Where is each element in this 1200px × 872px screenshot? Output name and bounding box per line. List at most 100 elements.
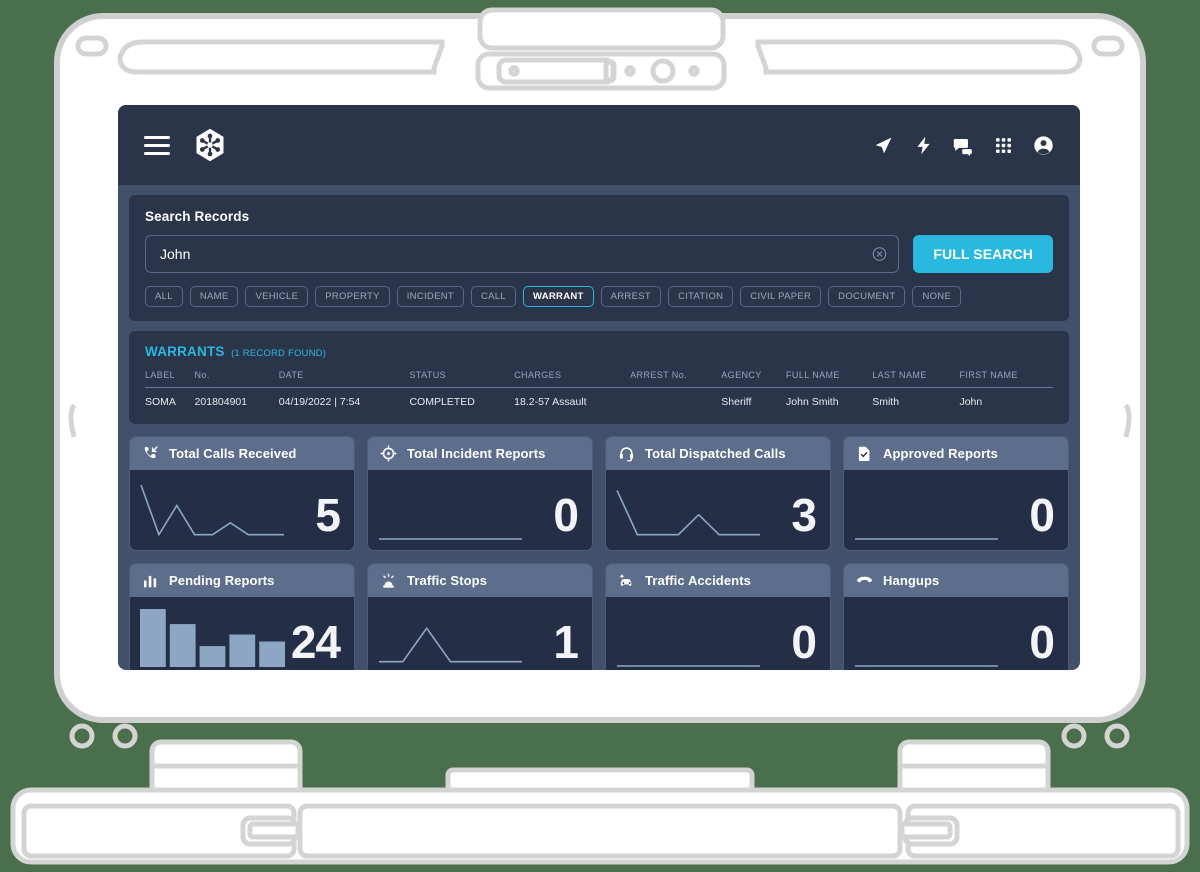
table-column-header: CHARGES	[514, 370, 631, 389]
stat-card-approved-reports[interactable]: Approved Reports 0	[843, 436, 1069, 552]
search-filter-chips: ALL NAME VEHICLE PROPERTY INCIDENT CALL WARRAN…	[145, 286, 1053, 308]
stat-card-value: 24	[290, 616, 341, 669]
filter-chip-vehicle[interactable]: VEHICLE	[245, 286, 309, 308]
stat-card-traffic-accidents[interactable]: Traffic Accidents 0	[605, 563, 831, 670]
document-check-icon	[858, 447, 870, 462]
filter-chip-incident[interactable]: INCIDENT	[396, 286, 464, 308]
table-column-header: LAST NAME	[872, 370, 960, 389]
stat-card-traffic-stops[interactable]: Traffic Stops 1	[367, 563, 593, 670]
warrants-results-panel: WARRANTS (1 RECORD FOUND) LABEL No. DATE ST…	[129, 331, 1069, 425]
navigation-arrow-icon[interactable]	[873, 135, 894, 156]
chart-bar	[140, 609, 166, 668]
chart-line	[379, 627, 522, 663]
stat-card-label: Traffic Accidents	[645, 573, 751, 589]
filter-chip-all[interactable]: ALL	[145, 286, 183, 308]
chart-line	[616, 490, 760, 536]
table-cell: COMPLETED	[409, 396, 475, 409]
filter-chip-warrant[interactable]: WARRANT	[522, 286, 594, 308]
table-cell: John Smith	[786, 396, 839, 409]
stat-card-label: Traffic Stops	[407, 573, 488, 589]
search-input[interactable]	[160, 246, 865, 262]
stat-card-total-calls-received[interactable]: Total Calls Received 5	[129, 436, 355, 552]
search-panel-title: Search Records	[145, 209, 250, 224]
stat-card-value: 0	[791, 616, 817, 669]
full-search-button[interactable]: FULL SEARCH	[913, 235, 1053, 273]
table-cell: John	[959, 396, 983, 409]
stat-card-header: Hangups	[844, 564, 1068, 598]
table-column-header: FULL NAME	[786, 370, 873, 389]
stat-card-body: 0	[844, 470, 1068, 550]
stat-card-value: 3	[791, 489, 817, 542]
filter-chip-call[interactable]: CALL	[471, 286, 516, 308]
phone-hangup-icon	[856, 577, 873, 583]
phone-incoming-icon	[144, 446, 158, 459]
line-sparkline	[616, 490, 760, 536]
results-title: WARRANTS	[145, 344, 225, 360]
chat-bubbles-icon[interactable]	[953, 135, 974, 156]
table-body: SOMA 201804901 04/19/2022 | 7:54 COMPLETED 1…	[145, 388, 1053, 411]
stat-card-value: 0	[553, 489, 579, 542]
lightning-bolt-icon[interactable]	[913, 135, 934, 156]
stat-card-header: Total Incident Reports	[368, 437, 592, 471]
stat-card-label: Hangups	[883, 573, 940, 589]
stat-card-value: 5	[315, 489, 341, 542]
table-header-row: LABEL No. DATE STATUS CHARGES ARREST No. AGENC…	[145, 370, 1053, 389]
line-sparkline	[379, 627, 522, 663]
line-sparkline	[855, 665, 998, 668]
filter-chip-arrest[interactable]: ARREST	[600, 286, 661, 308]
stat-card-value: 0	[1029, 616, 1055, 669]
warrants-table: LABEL No. DATE STATUS CHARGES ARREST No. AGENC…	[145, 370, 1053, 410]
car-crash-icon	[619, 574, 632, 587]
line-sparkline	[617, 665, 760, 668]
table-column-header: LABEL	[145, 370, 195, 389]
table-cell: Sheriff	[721, 396, 752, 409]
results-count: (1 RECORD FOUND)	[231, 348, 327, 360]
hamburger-menu-icon[interactable]	[144, 135, 170, 155]
stat-card-body: 0	[844, 597, 1068, 670]
table-column-header: FIRST NAME	[959, 370, 1053, 389]
search-input-wrapper[interactable]	[145, 235, 900, 273]
siren-light-icon	[383, 574, 394, 589]
stat-card-header: Pending Reports	[130, 564, 354, 598]
stat-card-header: Traffic Accidents	[606, 564, 830, 598]
stat-card-total-incident-reports[interactable]: Total Incident Reports 0	[367, 436, 593, 552]
filter-chip-civil-paper[interactable]: CIVIL PAPER	[740, 286, 822, 308]
snowflake-hexagon-logo[interactable]	[192, 127, 228, 163]
stat-card-total-dispatched-calls[interactable]: Total Dispatched Calls 3	[605, 436, 831, 552]
stat-card-header: Total Calls Received	[130, 437, 354, 471]
table-cell: Smith	[872, 396, 900, 409]
clear-circle-icon[interactable]	[872, 247, 887, 262]
bar-chart-sparkline	[140, 609, 285, 668]
stat-card-hangups[interactable]: Hangups 0	[843, 563, 1069, 670]
apps-grid-icon[interactable]	[993, 135, 1014, 156]
filter-chip-citation[interactable]: CITATION	[667, 286, 734, 308]
nav-right-group	[873, 135, 1054, 156]
stat-card-body: 5	[130, 470, 354, 550]
stat-card-label: Total Incident Reports	[407, 446, 546, 462]
table-cell: SOMA	[145, 396, 176, 409]
bar-chart-icon	[143, 576, 157, 588]
filter-chip-property[interactable]: PROPERTY	[315, 286, 390, 308]
stat-card-body: 24	[130, 597, 354, 670]
filter-chip-name[interactable]: NAME	[189, 286, 239, 308]
stat-card-pending-reports[interactable]: Pending Reports 24	[129, 563, 355, 670]
table-column-header: DATE	[278, 370, 410, 389]
stat-card-body: 0	[606, 597, 830, 670]
table-column-header: AGENCY	[721, 370, 787, 389]
account-circle-icon[interactable]	[1033, 135, 1054, 156]
stat-card-body: 1	[368, 597, 592, 670]
stat-card-header: Approved Reports	[844, 437, 1068, 471]
filter-chip-none[interactable]: NONE	[912, 286, 962, 308]
stat-card-value: 1	[553, 616, 579, 669]
chart-bar	[229, 634, 256, 668]
stat-card-body: 0	[368, 470, 592, 550]
stat-card-header: Traffic Stops	[368, 564, 592, 598]
stat-card-value: 0	[1029, 489, 1055, 542]
filter-chip-document[interactable]: DOCUMENT	[828, 286, 906, 308]
chart-bar	[169, 624, 196, 668]
stat-card-label: Total Calls Received	[169, 446, 297, 462]
stat-card-header: Total Dispatched Calls	[606, 437, 830, 471]
table-row[interactable]: SOMA 201804901 04/19/2022 | 7:54 COMPLETED 1…	[145, 388, 1053, 411]
results-heading: WARRANTS (1 RECORD FOUND)	[145, 343, 1053, 361]
stat-card-label: Approved Reports	[883, 446, 999, 462]
